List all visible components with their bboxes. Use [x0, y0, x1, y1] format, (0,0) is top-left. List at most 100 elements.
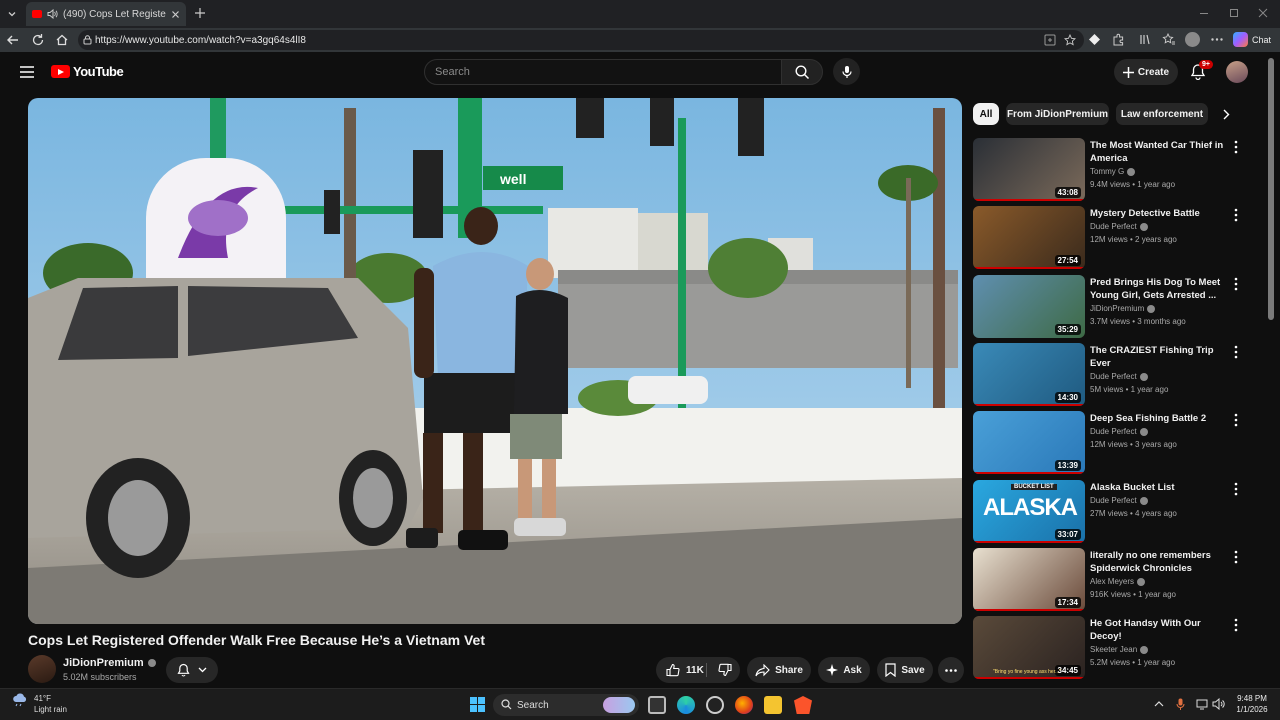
recommendation-item[interactable]: 33:07 BUCKET LIST ALASKA Alaska Bucket List… [973, 480, 1268, 544]
recommendation-thumbnail[interactable]: 27:54 [973, 206, 1085, 269]
start-windows-icon[interactable] [470, 697, 485, 712]
copilot-chat-button[interactable]: Chat [1233, 32, 1271, 47]
taskbar-search[interactable]: Search [493, 694, 639, 716]
more-vertical-icon[interactable] [1231, 618, 1241, 632]
chips-next-button[interactable] [1214, 103, 1238, 125]
recommendation-channel-row[interactable]: Dude Perfect [1090, 496, 1148, 505]
task-view-icon[interactable] [648, 696, 666, 714]
subscription-bell-button[interactable] [166, 657, 218, 683]
voice-search-button[interactable] [833, 58, 860, 85]
profile-avatar[interactable] [1185, 32, 1200, 47]
recommendation-channel[interactable]: Dude Perfect [1090, 427, 1137, 436]
recommendation-thumbnail[interactable]: 35:29 [973, 275, 1085, 338]
recommendation-thumbnail[interactable]: 14:30 [973, 343, 1085, 406]
recommendation-channel[interactable]: Skeeter Jean [1090, 645, 1137, 654]
extension-diamond-icon[interactable] [1088, 33, 1101, 46]
ask-button[interactable]: Ask [818, 657, 870, 683]
brave-browser-icon[interactable] [794, 696, 812, 714]
more-vertical-icon[interactable] [1231, 208, 1241, 222]
file-explorer-icon[interactable] [764, 696, 782, 714]
recommendation-channel[interactable]: Dude Perfect [1090, 496, 1137, 505]
channel-avatar[interactable] [28, 655, 56, 683]
tab-close-icon[interactable] [171, 10, 180, 19]
extensions-puzzle-icon[interactable] [1112, 33, 1125, 46]
recommendation-thumbnail[interactable]: 43:08 [973, 138, 1085, 201]
recommendation-channel-row[interactable]: Skeeter Jean [1090, 645, 1149, 654]
share-button[interactable]: Share [747, 657, 811, 683]
favorites-icon[interactable] [1162, 33, 1176, 46]
dislike-button[interactable] [718, 663, 732, 677]
channel-name-row[interactable]: JiDionPremium [63, 657, 156, 669]
recommendation-thumbnail[interactable]: 33:07 BUCKET LIST ALASKA [973, 480, 1085, 543]
taskbar-clock[interactable]: 9:48 PM 1/1/2026 [1228, 693, 1276, 715]
youtube-logo[interactable]: YouTube [51, 64, 124, 79]
recommendation-channel-row[interactable]: Alex Meyers [1090, 577, 1146, 586]
recommendation-item[interactable]: 14:30 The CRAZIEST Fishing Trip Ever Dude … [973, 343, 1268, 407]
create-button[interactable]: Create [1114, 59, 1178, 85]
channel-name[interactable]: JiDionPremium [63, 657, 144, 669]
recommendation-title[interactable]: Mystery Detective Battle [1090, 207, 1230, 220]
chip-law-enforcement[interactable]: Law enforcement [1116, 103, 1208, 125]
recommendation-item[interactable]: 35:29 Pred Brings His Dog To Meet Young G… [973, 275, 1268, 339]
weather-widget[interactable]: 41°F Light rain [12, 693, 67, 715]
more-vertical-icon[interactable] [1231, 482, 1241, 496]
recommendation-title[interactable]: The CRAZIEST Fishing Trip Ever [1090, 344, 1230, 370]
page-scrollbar[interactable] [1268, 58, 1274, 320]
refresh-icon[interactable] [31, 33, 45, 47]
hamburger-menu-icon[interactable] [20, 66, 34, 78]
app-circle-icon[interactable] [706, 696, 724, 714]
more-vertical-icon[interactable] [1231, 140, 1241, 154]
chip-from-channel[interactable]: From JiDionPremium [1006, 103, 1109, 125]
recommendation-channel-row[interactable]: Dude Perfect [1090, 427, 1148, 436]
home-icon[interactable] [55, 33, 69, 47]
site-info-icon[interactable] [83, 35, 92, 45]
recommendation-item[interactable]: 17:34 literally no one remembers Spiderwi… [973, 548, 1268, 612]
network-icon[interactable] [1196, 699, 1208, 710]
recommendation-title[interactable]: The Most Wanted Car Thief in America [1090, 139, 1230, 165]
recommendation-channel-row[interactable]: JiDionPremium [1090, 304, 1156, 313]
recommendation-item[interactable]: 34:45 "Bring yo fine young ass her..." He … [973, 616, 1268, 680]
tab-list-chevron-icon[interactable] [6, 8, 18, 20]
account-avatar[interactable] [1226, 61, 1248, 83]
browser-menu-icon[interactable] [1211, 38, 1223, 41]
more-vertical-icon[interactable] [1231, 550, 1241, 564]
search-button[interactable] [781, 59, 823, 85]
browser-tab-active[interactable]: (490) Cops Let Registered Off [26, 2, 186, 26]
recommendation-channel-row[interactable]: Tommy G [1090, 167, 1136, 176]
new-tab-icon[interactable] [194, 7, 206, 19]
favorite-star-icon[interactable] [1064, 34, 1076, 46]
recommendation-thumbnail[interactable]: 34:45 "Bring yo fine young ass her..." [973, 616, 1085, 679]
app-available-icon[interactable] [1044, 34, 1056, 46]
recommendation-title[interactable]: Alaska Bucket List [1090, 481, 1230, 494]
chip-all[interactable]: All [973, 103, 999, 125]
recommendation-item[interactable]: 27:54 Mystery Detective Battle Dude Perfec… [973, 206, 1268, 270]
recommendation-channel[interactable]: JiDionPremium [1090, 304, 1144, 313]
like-button[interactable]: 11K [666, 663, 704, 677]
firefox-icon[interactable] [735, 696, 753, 714]
recommendation-thumbnail[interactable]: 17:34 [973, 548, 1085, 611]
microphone-in-use-icon[interactable] [1176, 698, 1185, 711]
close-window-icon[interactable] [1258, 8, 1268, 18]
recommendation-item[interactable]: 43:08 The Most Wanted Car Thief in Americ… [973, 138, 1268, 202]
back-icon[interactable] [6, 33, 20, 47]
more-vertical-icon[interactable] [1231, 413, 1241, 427]
more-vertical-icon[interactable] [1231, 345, 1241, 359]
recommendation-title[interactable]: Deep Sea Fishing Battle 2 [1090, 412, 1230, 425]
tray-overflow-chevron-icon[interactable] [1154, 701, 1164, 707]
save-button[interactable]: Save [877, 657, 933, 683]
recommendation-channel[interactable]: Alex Meyers [1090, 577, 1134, 586]
recommendation-thumbnail[interactable]: 13:39 [973, 411, 1085, 474]
address-bar[interactable]: https://www.youtube.com/watch?v=a3gq64s4… [78, 30, 1084, 50]
video-player[interactable]: well [28, 98, 962, 624]
recommendation-channel-row[interactable]: Dude Perfect [1090, 222, 1148, 231]
recommendation-channel[interactable]: Dude Perfect [1090, 222, 1137, 231]
browser-essentials-icon[interactable] [1138, 33, 1151, 46]
more-vertical-icon[interactable] [1231, 277, 1241, 291]
recommendation-channel[interactable]: Dude Perfect [1090, 372, 1137, 381]
recommendation-channel[interactable]: Tommy G [1090, 167, 1124, 176]
audio-playing-icon[interactable] [47, 9, 58, 19]
minimize-window-icon[interactable] [1200, 13, 1208, 14]
edge-browser-icon[interactable] [677, 696, 695, 714]
recommendation-item[interactable]: 13:39 Deep Sea Fishing Battle 2 Dude Perfe… [973, 411, 1268, 475]
volume-icon[interactable] [1212, 698, 1225, 710]
